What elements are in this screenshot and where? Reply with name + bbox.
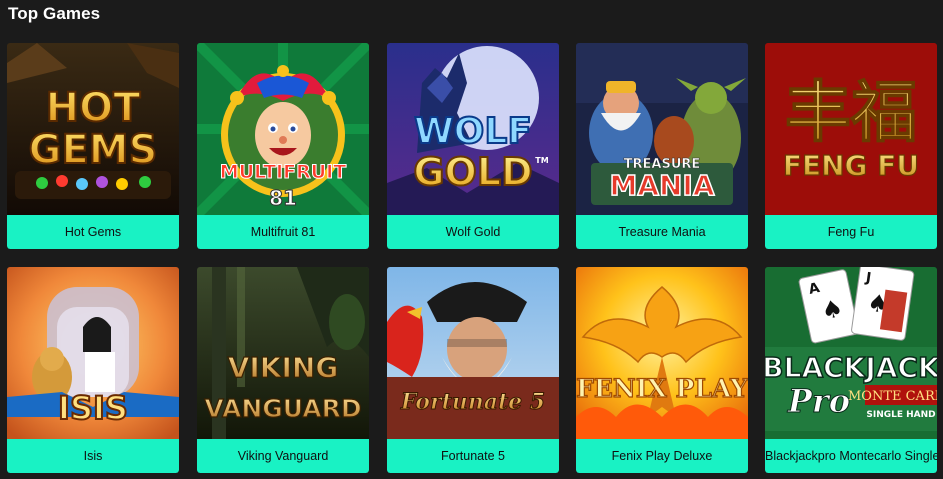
game-logo-text: SINGLE HAND xyxy=(866,410,935,420)
game-logo-text: 丰福 xyxy=(785,74,917,151)
game-thumbnail[interactable]: ISIS xyxy=(7,267,179,439)
game-card-fortunate-5[interactable]: Fortunate 5 Fortunate 5 xyxy=(387,267,559,473)
game-logo-text: 81 xyxy=(269,186,297,210)
game-logo-text: BLACKJACK xyxy=(765,351,937,384)
game-logo-text: HOT xyxy=(46,85,141,131)
game-card-wolf-gold[interactable]: WOLF GOLD TM Wolf Gold xyxy=(387,43,559,249)
game-logo-text: GOLD xyxy=(413,150,532,194)
game-thumbnail[interactable]: 丰福 FENG FU xyxy=(765,43,937,215)
game-thumbnail[interactable]: Fortunate 5 xyxy=(387,267,559,439)
game-logo-text: MULTIFRUIT xyxy=(220,161,346,183)
game-logo-text: Pro xyxy=(787,382,850,420)
game-card-isis[interactable]: ISIS Isis xyxy=(7,267,179,473)
game-logo-text: Fortunate 5 xyxy=(400,389,545,415)
game-logo-text: TM xyxy=(535,156,548,165)
game-card-hot-gems[interactable]: HOT GEMS Hot Gems xyxy=(7,43,179,249)
game-logo-text: VIKING xyxy=(228,351,339,384)
game-title[interactable]: Treasure Mania xyxy=(576,215,748,249)
game-logo-text: FENG FU xyxy=(783,149,919,182)
game-thumbnail[interactable]: A ♠ J ♠ BLACKJACK Pro MONTE CARLO SINGLE… xyxy=(765,267,937,439)
game-card-fenix-play-deluxe[interactable]: FENIX PLAY Fenix Play Deluxe xyxy=(576,267,748,473)
game-card-blackjackpro-montecarlo-singlehand[interactable]: A ♠ J ♠ BLACKJACK Pro MONTE CARLO SINGLE… xyxy=(765,267,937,473)
games-grid: HOT GEMS Hot Gems MULTIFRUIT 81 Multifru… xyxy=(7,43,943,479)
game-logo-text: VANGUARD xyxy=(204,394,361,423)
game-title[interactable]: Hot Gems xyxy=(7,215,179,249)
game-thumbnail[interactable]: TREASURE MANIA xyxy=(576,43,748,215)
game-title[interactable]: Wolf Gold xyxy=(387,215,559,249)
game-title[interactable]: Isis xyxy=(7,439,179,473)
game-title[interactable]: Multifruit 81 xyxy=(197,215,369,249)
game-logo-text: ISIS xyxy=(58,389,128,427)
game-logo-text: WOLF xyxy=(414,111,532,152)
game-thumbnail[interactable]: FENIX PLAY xyxy=(576,267,748,439)
game-title[interactable]: Fenix Play Deluxe xyxy=(576,439,748,473)
game-card-viking-vanguard[interactable]: VIKING VANGUARD Viking Vanguard xyxy=(197,267,369,473)
section-title: Top Games xyxy=(8,4,101,23)
game-title[interactable]: Fortunate 5 xyxy=(387,439,559,473)
game-logo-text: MANIA xyxy=(609,169,714,202)
game-card-treasure-mania[interactable]: TREASURE MANIA Treasure Mania xyxy=(576,43,748,249)
game-logo-text: MONTE CARLO xyxy=(848,389,937,404)
game-card-multifruit-81[interactable]: MULTIFRUIT 81 Multifruit 81 xyxy=(197,43,369,249)
game-title[interactable]: Viking Vanguard xyxy=(197,439,369,473)
game-title[interactable]: Blackjackpro Montecarlo Singlehand xyxy=(765,439,937,473)
game-thumbnail[interactable]: VIKING VANGUARD xyxy=(197,267,369,439)
game-logo-text: FENIX PLAY xyxy=(576,374,748,403)
game-logo-text: GEMS xyxy=(29,127,158,173)
game-thumbnail[interactable]: WOLF GOLD TM xyxy=(387,43,559,215)
game-title[interactable]: Feng Fu xyxy=(765,215,937,249)
game-thumbnail[interactable]: MULTIFRUIT 81 xyxy=(197,43,369,215)
game-thumbnail[interactable]: HOT GEMS xyxy=(7,43,179,215)
game-card-feng-fu[interactable]: 丰福 FENG FU Feng Fu xyxy=(765,43,937,249)
